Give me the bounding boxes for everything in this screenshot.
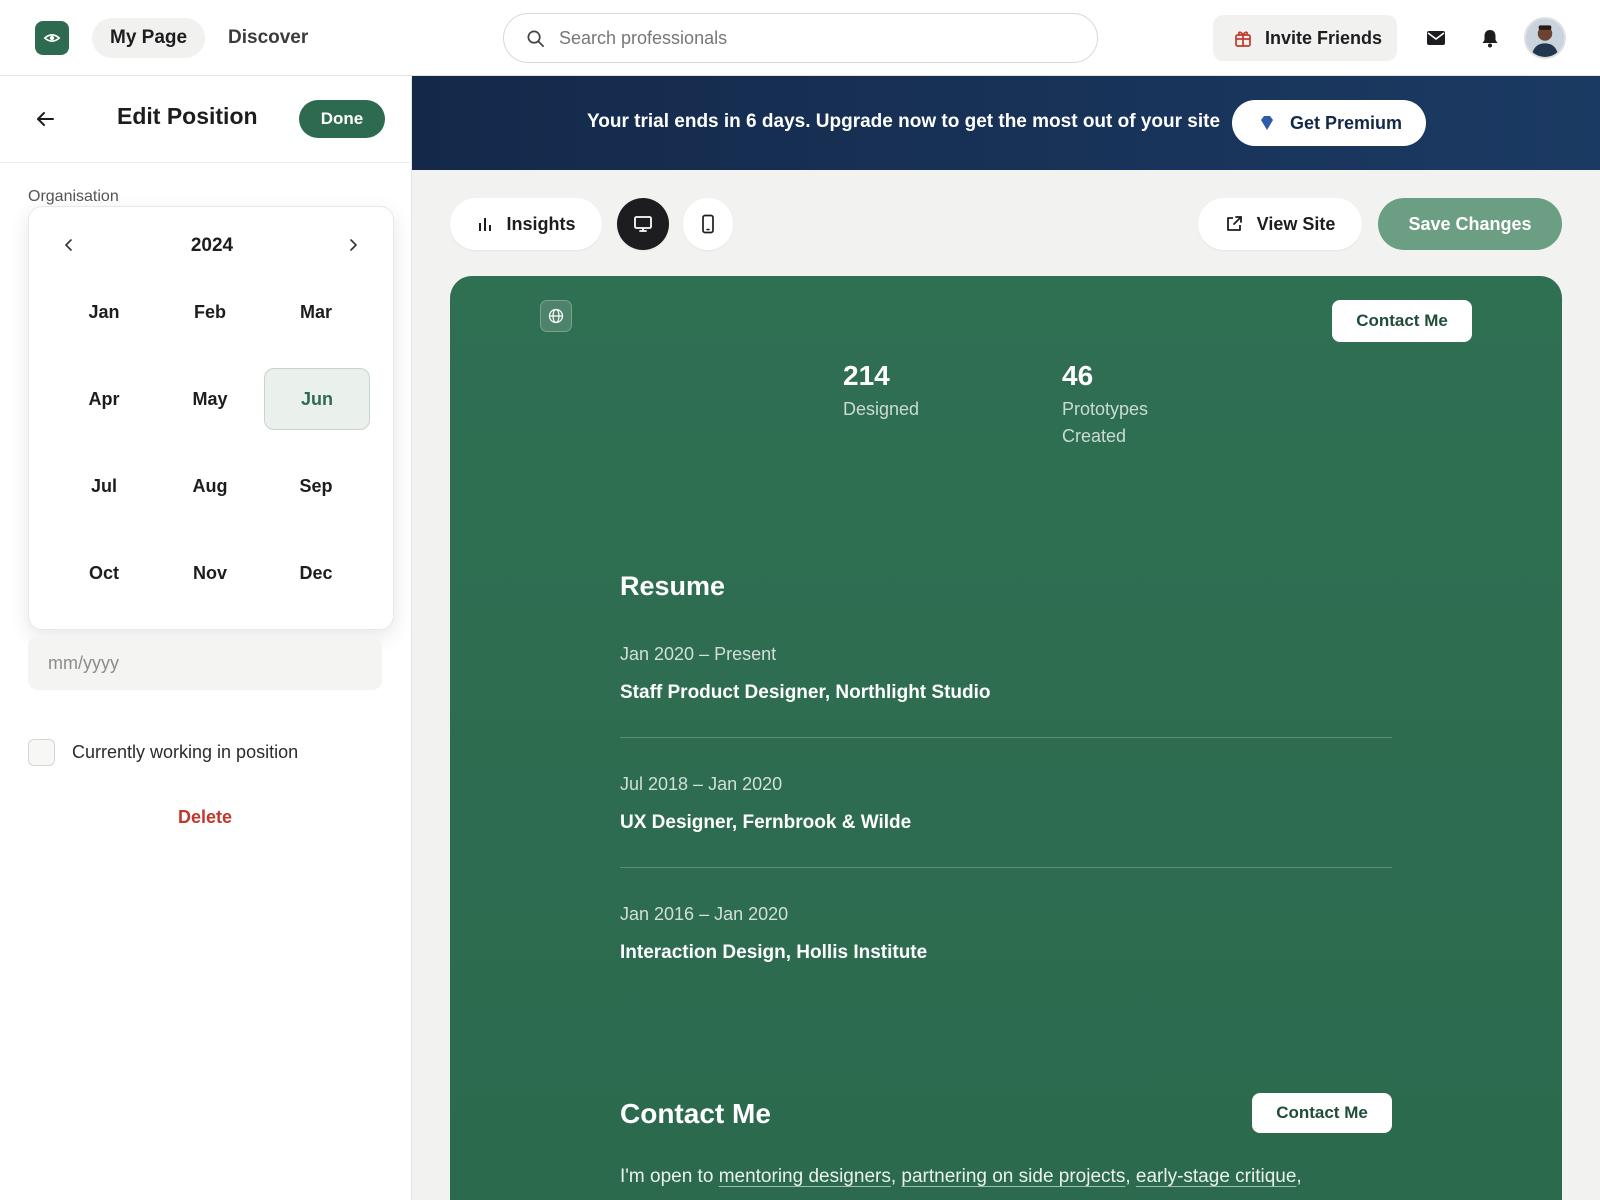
resume-dates: Jan 2020 – Present [620, 644, 777, 664]
end-date-input[interactable] [28, 636, 382, 690]
trial-message: Your trial ends in 6 days. Upgrade now t… [587, 111, 1221, 132]
contact-intro: I'm open to [620, 1166, 719, 1187]
search-icon [527, 30, 544, 47]
contact-heading: Contact Me [620, 1098, 771, 1129]
save-changes-button[interactable]: Save Changes [1378, 198, 1562, 250]
delete-button[interactable]: Delete [150, 807, 260, 828]
chevron-right-icon[interactable] [341, 233, 365, 257]
resume-role: Staff Product Designer, Northlight Studi… [620, 682, 991, 703]
resume-divider [620, 867, 1392, 868]
edit-position-panel: Edit Position Done Organisation 2024 Jan… [0, 76, 412, 1200]
month-jun[interactable]: Jun [264, 368, 370, 430]
month-aug[interactable]: Aug [157, 455, 263, 517]
currently-working-row[interactable]: Currently working in position [28, 739, 298, 766]
diamond-icon [1261, 116, 1273, 130]
external-link-icon [1226, 216, 1242, 231]
desktop-view-toggle[interactable] [617, 198, 669, 250]
contact-sep: , [890, 1166, 902, 1187]
trial-banner: Your trial ends in 6 days. Upgrade now t… [412, 76, 1600, 170]
nav-discover[interactable]: Discover [210, 18, 326, 58]
gift-icon [1235, 31, 1251, 47]
month-nov[interactable]: Nov [157, 542, 263, 604]
avatar[interactable] [1524, 17, 1566, 59]
mail-icon[interactable] [1421, 23, 1451, 53]
eye-logo-icon[interactable] [35, 21, 69, 55]
globe-icon[interactable] [540, 300, 572, 332]
get-premium-label: Get Premium [1290, 112, 1403, 133]
mobile-icon [702, 214, 714, 234]
resume-dates: Jul 2018 – Jan 2020 [620, 774, 783, 794]
view-site-label: View Site [1256, 213, 1336, 234]
stat-label: Prototypes Created [1062, 399, 1149, 446]
stat-value: 214 [843, 360, 890, 391]
insights-label: Insights [506, 213, 576, 234]
top-navigation: My Page Discover Invite Friends [0, 0, 1600, 76]
done-button[interactable]: Done [299, 100, 385, 138]
resume-heading: Resume [620, 571, 726, 601]
contact-sep: , [1125, 1166, 1136, 1187]
insights-button[interactable]: Insights [450, 198, 602, 250]
month-may[interactable]: May [157, 368, 263, 430]
currently-working-checkbox[interactable] [28, 739, 55, 766]
resume-role: UX Designer, Fernbrook & Wilde [620, 812, 912, 833]
currently-working-label: Currently working in position [72, 742, 299, 762]
desktop-icon [634, 216, 652, 232]
contact-me-button-secondary[interactable]: Contact Me [1252, 1093, 1392, 1133]
link-critique[interactable]: early-stage critique [1136, 1166, 1297, 1187]
invite-friends-button[interactable]: Invite Friends [1213, 15, 1397, 61]
month-feb[interactable]: Feb [157, 281, 263, 343]
search-bar[interactable] [503, 13, 1098, 63]
invite-friends-label: Invite Friends [1265, 27, 1383, 48]
view-site-button[interactable]: View Site [1198, 198, 1362, 250]
bar-chart-icon [479, 218, 492, 231]
contact-description: I'm open to mentoring designers, partner… [620, 1166, 1302, 1188]
search-input[interactable] [559, 27, 1039, 49]
panel-header: Edit Position Done [0, 76, 412, 163]
month-oct[interactable]: Oct [51, 542, 157, 604]
resume-divider [620, 737, 1392, 738]
organisation-label: Organisation [28, 188, 119, 205]
month-jul[interactable]: Jul [51, 455, 157, 517]
mobile-view-toggle[interactable] [683, 198, 733, 250]
get-premium-button[interactable]: Get Premium [1232, 100, 1426, 146]
bell-icon[interactable] [1475, 23, 1505, 53]
back-arrow-icon[interactable] [32, 106, 58, 132]
panel-title: Edit Position [117, 103, 258, 129]
month-dec[interactable]: Dec [263, 542, 369, 604]
stat-value: 46 [1062, 360, 1094, 391]
month-apr[interactable]: Apr [51, 368, 157, 430]
resume-dates: Jan 2016 – Jan 2020 [620, 904, 789, 924]
resume-role: Interaction Design, Hollis Institute [620, 942, 928, 963]
contact-me-button[interactable]: Contact Me [1332, 300, 1472, 342]
contact-end: , [1296, 1166, 1302, 1187]
month-mar[interactable]: Mar [263, 281, 369, 343]
site-preview: Contact Me 214 Designed 46 Prototypes Cr… [450, 276, 1562, 1200]
nav-my-page[interactable]: My Page [92, 18, 206, 58]
month-sep[interactable]: Sep [263, 455, 369, 517]
month-picker: 2024 Jan Feb Mar Apr May Jun Jul Aug Sep… [28, 206, 394, 630]
stat-label: Designed [843, 399, 920, 419]
month-jan[interactable]: Jan [51, 281, 157, 343]
link-side-projects[interactable]: partnering on side projects [901, 1166, 1125, 1187]
link-mentoring[interactable]: mentoring designers [719, 1166, 891, 1187]
